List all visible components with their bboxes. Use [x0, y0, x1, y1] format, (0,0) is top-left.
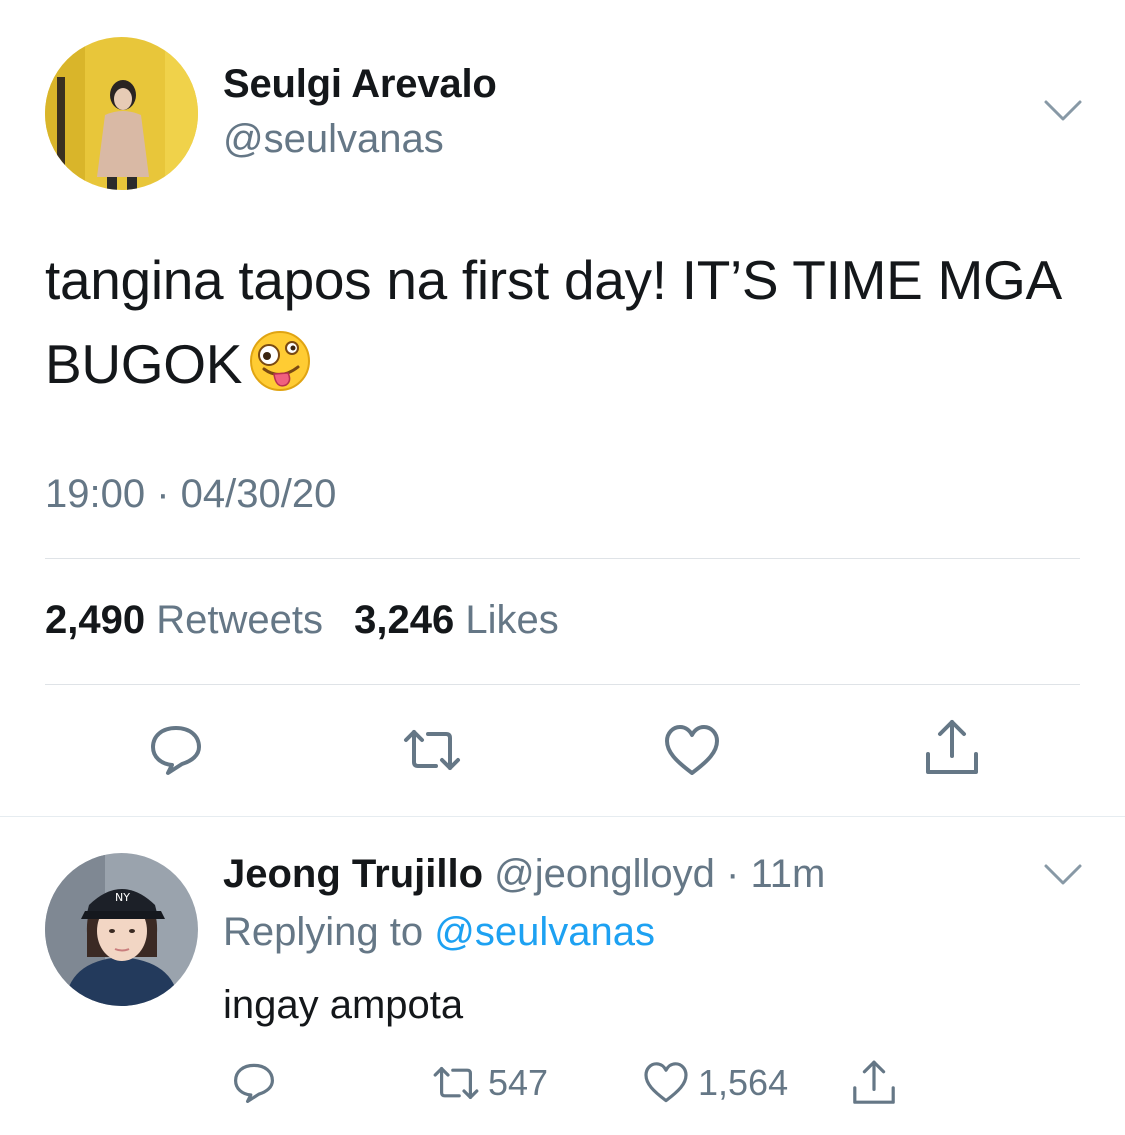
reply-text: ingay ampota [223, 983, 464, 1027]
reply-reply-button[interactable] [230, 1058, 278, 1108]
mention-link[interactable]: @seulvanas [434, 910, 655, 954]
share-icon[interactable] [922, 718, 982, 778]
author-name[interactable]: Seulgi Arevalo [223, 62, 497, 107]
reply-author-handle[interactable]: @jeonglloyd [494, 852, 715, 896]
reply-like-button[interactable]: 1,564 [642, 1058, 788, 1108]
reply-author-name[interactable]: Jeong Trujillo [223, 852, 483, 896]
reply-share-button[interactable] [850, 1058, 898, 1108]
zany-face-emoji-icon [248, 329, 312, 393]
reply-author-avatar[interactable]: NY [45, 853, 198, 1006]
retweet-icon [433, 1067, 479, 1099]
divider [45, 684, 1080, 685]
share-icon [853, 1060, 895, 1104]
tweet-detail-view: Seulgi Arevalo @seulvanas tangina tapos … [0, 0, 1125, 1135]
section-separator [0, 816, 1125, 817]
reply-retweet-count: 547 [488, 1062, 549, 1103]
retweet-count[interactable]: 2,490 [45, 598, 145, 642]
author-avatar[interactable] [45, 37, 198, 190]
reply-retweet-button[interactable]: 547 [432, 1058, 548, 1108]
reply-like-count: 1,564 [698, 1062, 789, 1103]
svg-text:NY: NY [115, 891, 130, 904]
retweet-icon[interactable] [402, 720, 462, 780]
reply-time[interactable]: · 11m [726, 852, 825, 896]
tweet-timestamp[interactable]: 19:00 · 04/30/20 [45, 472, 336, 517]
chevron-down-icon[interactable] [1043, 98, 1083, 124]
replying-to: Replying to @seulvanas [223, 910, 655, 955]
tweet-text: tangina tapos na first day! IT’S TIME MG… [45, 238, 1085, 406]
tweet-body: tangina tapos na first day! IT’S TIME MG… [45, 249, 1059, 395]
avatar-image: NY [45, 853, 198, 1006]
retweet-label[interactable]: Retweets [156, 598, 323, 642]
like-label[interactable]: Likes [465, 598, 558, 642]
replying-label: Replying to [223, 910, 424, 954]
engagement-stats: 2,490 Retweets 3,246 Likes [45, 598, 559, 643]
divider [45, 558, 1080, 559]
like-icon[interactable] [662, 721, 722, 781]
author-handle[interactable]: @seulvanas [223, 117, 444, 162]
like-count[interactable]: 3,246 [354, 598, 454, 642]
like-icon [644, 1062, 688, 1103]
avatar-image [45, 37, 198, 190]
chevron-down-icon[interactable] [1043, 862, 1083, 888]
reply-icon [234, 1063, 274, 1103]
reply-header: Jeong Trujillo @jeonglloyd · 11m [223, 852, 825, 897]
reply-icon[interactable] [146, 720, 206, 780]
